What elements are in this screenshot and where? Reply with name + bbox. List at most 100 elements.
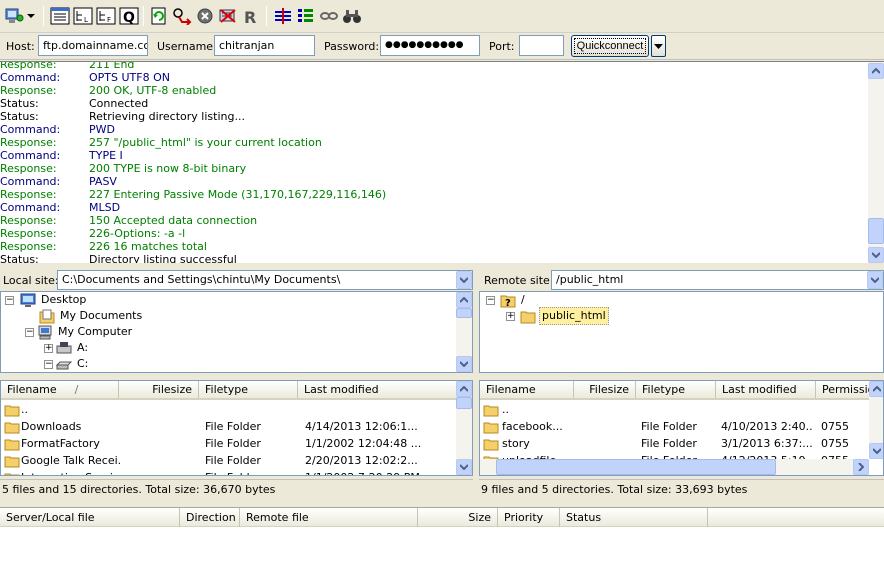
log-scrollbar[interactable] <box>868 62 884 263</box>
log-line-type: Response: <box>0 61 57 71</box>
chevron-up-icon <box>460 297 468 303</box>
file-row[interactable]: facebook... File Folder 4/10/2013 2:40... 0… <box>480 418 883 435</box>
column-header-filename[interactable]: Filename ∕ <box>1 381 119 398</box>
tree-node-root[interactable]: − ? / <box>486 292 527 308</box>
column-header-last-modified[interactable]: Last modified <box>716 381 816 398</box>
file-type: File Folder <box>641 420 697 433</box>
quickconnect-button[interactable]: Quickconnect <box>571 35 649 57</box>
column-header-permissions[interactable]: Permission <box>816 381 869 398</box>
svg-text:F: F <box>107 16 111 24</box>
remote-file-list[interactable]: Filename Filesize Filetype Last modified… <box>479 380 884 476</box>
expand-icon[interactable]: + <box>44 343 53 353</box>
local-list-scrollbar[interactable] <box>456 381 472 475</box>
collapse-icon[interactable]: − <box>44 359 53 369</box>
scroll-down-button[interactable] <box>868 247 884 263</box>
collapse-icon[interactable]: − <box>5 295 14 305</box>
sync-browsing-icon[interactable] <box>318 5 340 27</box>
unknown-folder-icon: ? <box>500 295 516 308</box>
tree-node-drive-a[interactable]: + A: <box>44 340 90 356</box>
queue-column-direction[interactable]: Direction <box>180 508 240 527</box>
directory-filter-icon[interactable] <box>272 5 294 27</box>
tree-node-my-computer[interactable]: − My Computer <box>25 324 134 340</box>
local-site-dropdown-button[interactable] <box>456 271 472 289</box>
queue-column-status[interactable]: Status <box>560 508 708 527</box>
tree-node-drive-c[interactable]: − C: <box>44 356 90 372</box>
local-file-list[interactable]: Filename ∕ Filesize Filetype Last modifie… <box>0 380 473 476</box>
process-queue-icon[interactable] <box>171 5 193 27</box>
scroll-down-button[interactable] <box>869 443 883 459</box>
remote-list-scrollbar[interactable] <box>869 381 883 459</box>
site-manager-icon[interactable] <box>4 5 26 27</box>
username-input[interactable]: chitranjan <box>214 35 315 56</box>
log-line-type: Response: <box>0 84 57 97</box>
scroll-up-button[interactable] <box>868 63 884 79</box>
transfer-queue-list[interactable] <box>0 527 884 564</box>
port-input[interactable] <box>519 35 564 56</box>
chevron-up-icon <box>873 386 881 392</box>
collapse-icon[interactable]: − <box>25 327 34 337</box>
queue-column-remote-file[interactable]: Remote file <box>240 508 418 527</box>
column-header-filename[interactable]: Filename <box>480 381 574 398</box>
scroll-up-button[interactable] <box>456 381 472 397</box>
toggle-local-tree-icon[interactable]: L <box>72 5 94 27</box>
column-header-filetype[interactable]: Filetype <box>636 381 716 398</box>
remote-site-path-combo[interactable]: /public_html <box>551 270 884 290</box>
password-input[interactable]: ●●●●●●●●●● <box>380 35 480 56</box>
scroll-thumb[interactable] <box>868 218 884 244</box>
remote-directory-tree[interactable]: − ? / + public_html <box>479 291 884 373</box>
local-site-path-combo[interactable]: C:\Documents and Settings\chintu\My Docu… <box>57 270 473 290</box>
scroll-right-button[interactable] <box>853 459 869 475</box>
toggle-remote-tree-icon[interactable]: F <box>95 5 117 27</box>
file-row[interactable]: FormatFactory File Folder 1/1/2002 12:04:4… <box>1 435 472 452</box>
scroll-down-button[interactable] <box>456 459 472 475</box>
column-header-filesize[interactable]: Filesize <box>119 381 199 398</box>
scroll-thumb[interactable] <box>456 397 472 409</box>
scroll-thumb[interactable] <box>456 308 472 318</box>
file-row[interactable]: Google Talk Recei... File Folder 2/20/2013… <box>1 452 472 469</box>
remote-site-dropdown-button[interactable] <box>867 271 883 289</box>
file-row[interactable]: story File Folder 3/1/2013 6:37:... 0755 <box>480 435 883 452</box>
collapse-icon[interactable]: − <box>486 295 495 305</box>
file-modified: 2/20/2013 12:02:2... <box>305 454 418 467</box>
svg-text:?: ? <box>505 298 511 308</box>
toolbar: L F Q R <box>0 0 884 33</box>
column-header-last-modified[interactable]: Last modified <box>298 381 456 398</box>
queue-column-server-local-file[interactable]: Server/Local file <box>0 508 180 527</box>
refresh-icon[interactable] <box>148 5 170 27</box>
directory-comparison-icon[interactable] <box>295 5 317 27</box>
remote-list-hscrollbar[interactable] <box>480 459 869 475</box>
site-manager-dropdown-icon[interactable] <box>25 5 37 27</box>
scroll-up-button[interactable] <box>869 381 883 397</box>
log-line-message: TYPE I <box>89 149 123 162</box>
expand-icon[interactable]: + <box>506 311 515 321</box>
local-tree-scrollbar[interactable] <box>456 292 472 372</box>
file-row[interactable]: .. <box>1 401 472 418</box>
remote-site-path: /public_html <box>556 273 624 286</box>
column-header-filetype[interactable]: Filetype <box>199 381 298 398</box>
local-directory-tree[interactable]: − Desktop My Documents − My Computer + A… <box>0 291 473 373</box>
scroll-down-button[interactable] <box>456 356 472 372</box>
toggle-message-log-icon[interactable] <box>49 5 71 27</box>
queue-column-priority[interactable]: Priority <box>498 508 560 527</box>
scroll-thumb[interactable] <box>496 459 776 475</box>
column-header-filesize[interactable]: Filesize <box>574 381 636 398</box>
disconnect-icon[interactable] <box>217 5 239 27</box>
scroll-up-button[interactable] <box>456 292 472 308</box>
tree-node-my-documents[interactable]: My Documents <box>39 308 144 324</box>
tree-node-public-html[interactable]: + public_html <box>506 307 609 325</box>
local-site-label: Local site: <box>3 274 59 287</box>
host-input[interactable]: ftp.domainname.com <box>38 35 148 56</box>
file-row[interactable]: Integration Servi... File Folder 1/1/2002 … <box>1 469 472 475</box>
cancel-icon[interactable] <box>194 5 216 27</box>
log-line-type: Response: <box>0 214 57 227</box>
queue-column-size[interactable]: Size <box>418 508 498 527</box>
file-row[interactable]: .. <box>480 401 883 418</box>
hard-drive-icon <box>56 361 72 369</box>
search-icon[interactable] <box>341 5 363 27</box>
file-row[interactable]: Downloads File Folder 4/14/2013 12:06:1... <box>1 418 472 435</box>
tree-node-desktop[interactable]: − Desktop <box>5 292 88 308</box>
log-line-message: PASV <box>89 175 117 188</box>
toggle-queue-icon[interactable]: Q <box>118 5 140 27</box>
reconnect-icon[interactable]: R <box>240 5 262 27</box>
quickconnect-dropdown-button[interactable] <box>651 35 666 57</box>
